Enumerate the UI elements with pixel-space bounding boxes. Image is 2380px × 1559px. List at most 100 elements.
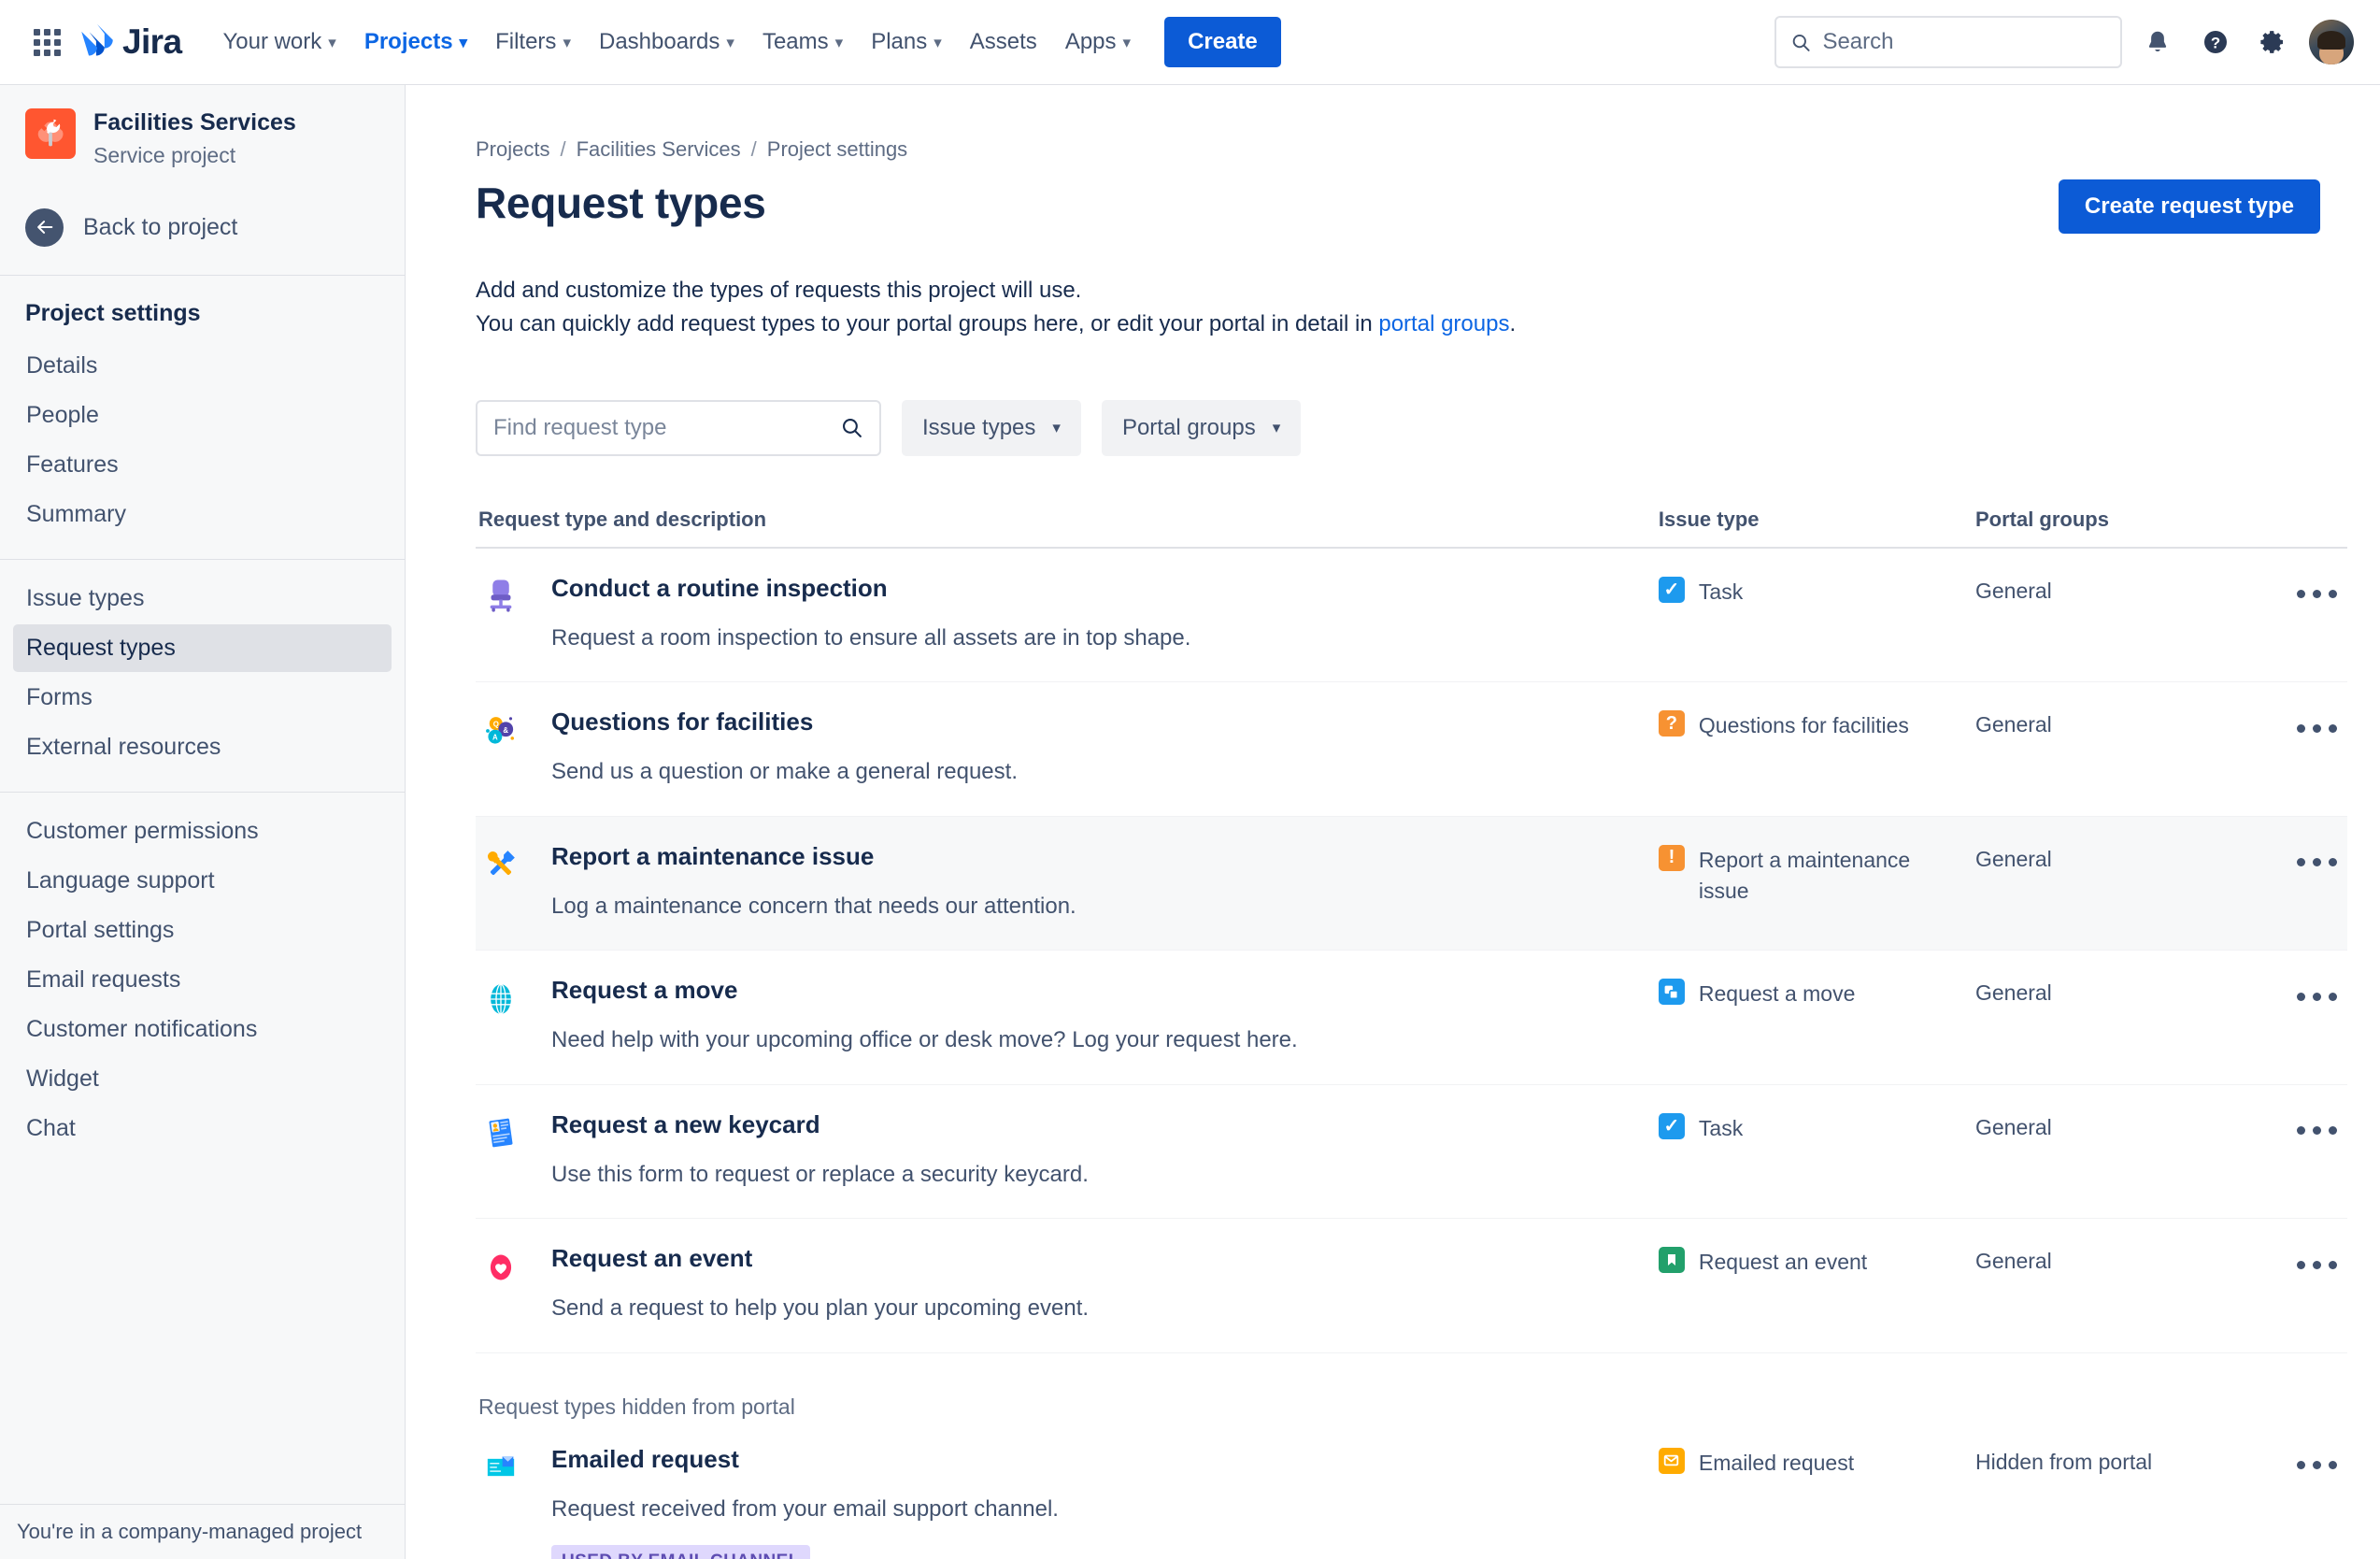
issue-types-filter-button[interactable]: Issue types ▾ xyxy=(902,399,1081,456)
nav-item-dashboards[interactable]: Dashboards ▾ xyxy=(586,20,748,64)
chevron-down-icon: ▾ xyxy=(726,34,734,51)
chevron-down-icon: ▾ xyxy=(834,34,844,51)
nav-item-plans[interactable]: Plans ▾ xyxy=(858,20,955,64)
sidebar-item-request-types[interactable]: Request types xyxy=(13,624,392,673)
back-to-project-button[interactable]: Back to project xyxy=(0,200,405,254)
create-request-type-button[interactable]: Create request type xyxy=(2058,179,2320,234)
project-settings-sidebar: Facilities Services Service project Back… xyxy=(0,85,406,1559)
office-chair-glyph xyxy=(490,579,511,613)
nav-item-your-work[interactable]: Your work ▾ xyxy=(209,20,349,64)
page-intro: Add and customize the types of requests … xyxy=(476,274,2380,342)
table-row[interactable]: Emailed request Request received from yo… xyxy=(476,1420,2347,1559)
request-type-title[interactable]: Questions for facilities xyxy=(551,708,1018,737)
sidebar-item-forms[interactable]: Forms xyxy=(13,674,392,722)
more-options-icon[interactable] xyxy=(2286,708,2347,748)
svg-text:&: & xyxy=(503,726,508,735)
crossed-tools-icon xyxy=(478,843,522,887)
sidebar-item-features[interactable]: Features xyxy=(13,441,392,489)
apps-grid-icon[interactable] xyxy=(26,21,67,63)
filters-row: Issue types ▾ Portal groups ▾ xyxy=(476,399,2380,456)
help-question-icon: ? xyxy=(2204,31,2227,53)
portal-group-label: General xyxy=(1974,980,2052,1006)
row-actions-cell xyxy=(2246,1245,2347,1284)
search-icon xyxy=(843,419,862,438)
mail-glyph xyxy=(1664,1455,1679,1466)
table-row[interactable]: Request a move Need help with your upcom… xyxy=(476,951,2347,1085)
breadcrumb-project-settings[interactable]: Project settings xyxy=(767,137,907,162)
more-options-icon[interactable] xyxy=(2286,1245,2347,1284)
request-type-title[interactable]: Emailed request xyxy=(551,1445,1059,1474)
request-type-cell: Conduct a routine inspection Request a r… xyxy=(476,574,1659,653)
breadcrumb-projects[interactable]: Projects xyxy=(476,137,549,162)
more-options-icon[interactable] xyxy=(2286,1111,2347,1151)
portal-groups-filter-button[interactable]: Portal groups ▾ xyxy=(1101,399,1302,456)
portal-groups-link[interactable]: portal groups xyxy=(1378,311,1509,336)
settings-button[interactable] xyxy=(2251,20,2296,64)
chevron-down-icon: ▾ xyxy=(1052,418,1061,436)
email-envelope-icon xyxy=(478,1446,522,1490)
request-type-text: Emailed request Request received from yo… xyxy=(551,1445,1059,1559)
more-options-icon[interactable] xyxy=(2286,575,2347,614)
sidebar-item-issue-types[interactable]: Issue types xyxy=(13,575,392,622)
nav-item-filters[interactable]: Filters ▾ xyxy=(482,20,584,64)
table-row[interactable]: Request a new keycard Use this form to r… xyxy=(476,1085,2347,1220)
page-title: Request types xyxy=(476,179,766,227)
sidebar-item-portal-settings[interactable]: Portal settings xyxy=(13,907,392,954)
request-type-title[interactable]: Report a maintenance issue xyxy=(551,842,1076,871)
sidebar-footer-note: You're in a company-managed project xyxy=(0,1504,405,1559)
request-type-title[interactable]: Request a new keycard xyxy=(551,1110,1089,1139)
nav-item-assets[interactable]: Assets xyxy=(957,20,1050,64)
search-input[interactable] xyxy=(1822,29,2106,55)
request-type-title[interactable]: Request an event xyxy=(551,1244,1089,1273)
heart-outline-icon xyxy=(478,1245,522,1289)
sidebar-item-external-resources[interactable]: External resources xyxy=(13,723,392,771)
nav-item-teams[interactable]: Teams ▾ xyxy=(749,20,856,64)
create-button[interactable]: Create xyxy=(1164,17,1281,67)
project-name: Facilities Services xyxy=(93,109,296,136)
table-row[interactable]: Report a maintenance issue Log a mainten… xyxy=(476,816,2347,951)
issue-type-cell: ? Questions for facilities xyxy=(1658,708,1975,741)
project-header[interactable]: Facilities Services Service project xyxy=(0,85,405,168)
table-row[interactable]: Request an event Send a request to help … xyxy=(476,1219,2347,1353)
more-options-icon[interactable] xyxy=(2286,977,2347,1016)
request-type-description: Send us a question or make a general req… xyxy=(551,759,1018,785)
help-button[interactable]: ? xyxy=(2193,20,2238,64)
sidebar-item-widget[interactable]: Widget xyxy=(13,1055,392,1103)
sidebar-item-customer-permissions[interactable]: Customer permissions xyxy=(13,808,392,855)
issue-type-cell: Emailed request xyxy=(1658,1446,1975,1479)
sidebar-item-people[interactable]: People xyxy=(13,392,392,439)
arrow-left-glyph xyxy=(36,221,52,235)
request-type-title[interactable]: Request a move xyxy=(551,976,1298,1005)
sidebar-item-customer-notifications[interactable]: Customer notifications xyxy=(13,1006,392,1053)
sidebar-item-details[interactable]: Details xyxy=(13,342,392,390)
jira-logo[interactable]: Jira xyxy=(80,22,182,62)
nav-item-projects[interactable]: Projects ▾ xyxy=(351,20,480,64)
request-type-text: Request a move Need help with your upcom… xyxy=(551,976,1298,1055)
find-request-type-box[interactable] xyxy=(476,399,881,456)
top-nav-right-group: ? xyxy=(1774,16,2354,68)
request-type-text: Report a maintenance issue Log a mainten… xyxy=(551,842,1076,922)
breadcrumb-facilities-services[interactable]: Facilities Services xyxy=(577,137,741,162)
sidebar-item-email-requests[interactable]: Email requests xyxy=(13,956,392,1004)
sidebar-item-chat[interactable]: Chat xyxy=(13,1105,392,1152)
request-type-description: Request a room inspection to ensure all … xyxy=(551,624,1191,651)
jira-mark-icon xyxy=(81,24,113,56)
sidebar-item-language-support[interactable]: Language support xyxy=(13,857,392,905)
intro-line-1: Add and customize the types of requests … xyxy=(476,278,1082,303)
request-type-cell: Request a new keycard Use this form to r… xyxy=(476,1110,1659,1190)
global-search-box[interactable] xyxy=(1774,16,2122,68)
more-options-icon[interactable] xyxy=(2286,843,2347,882)
nav-label: Plans xyxy=(871,29,928,54)
request-type-title[interactable]: Conduct a routine inspection xyxy=(551,574,1190,603)
sidebar-item-summary[interactable]: Summary xyxy=(13,491,392,538)
column-header-portal-groups: Portal groups xyxy=(1974,507,2109,531)
chevron-down-icon: ▾ xyxy=(1272,418,1281,436)
column-header-name: Request type and description xyxy=(478,507,767,531)
find-request-type-input[interactable] xyxy=(493,414,840,441)
more-options-icon[interactable] xyxy=(2286,1446,2347,1485)
avatar[interactable] xyxy=(2309,20,2354,64)
table-row[interactable]: Q & A Questions for facilities Send us a… xyxy=(476,682,2347,817)
nav-item-apps[interactable]: Apps ▾ xyxy=(1052,20,1144,64)
notifications-button[interactable] xyxy=(2135,20,2180,64)
table-row[interactable]: Conduct a routine inspection Request a r… xyxy=(476,549,2347,683)
